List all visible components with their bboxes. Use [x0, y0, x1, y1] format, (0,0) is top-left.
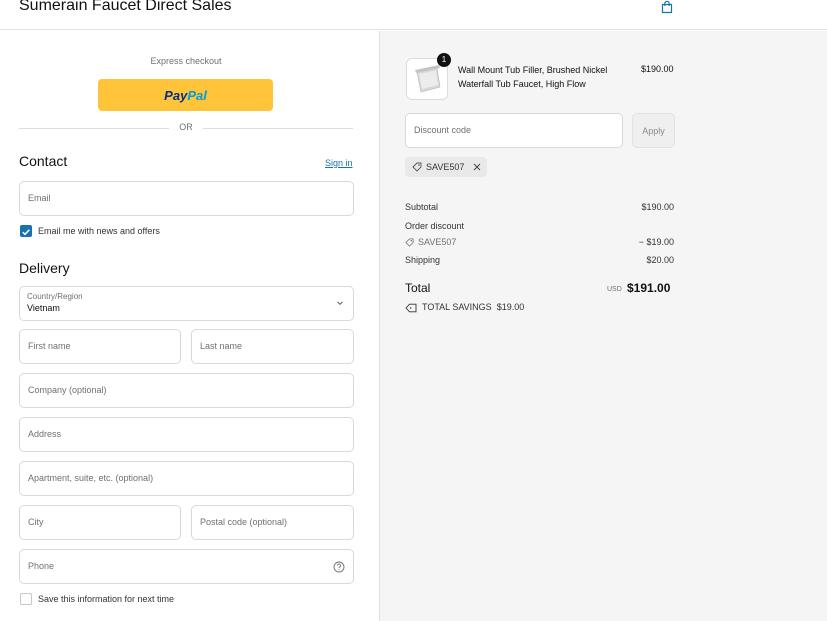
country-value: Vietnam	[27, 303, 60, 313]
address-placeholder: Address	[28, 429, 62, 439]
paypal-logo-part1: Pay	[164, 87, 188, 103]
postal-code-placeholder: Postal code (optional)	[200, 517, 288, 527]
total-value: $191.00	[627, 281, 671, 295]
first-name-placeholder: First name	[28, 341, 71, 351]
quantity-badge: 1	[437, 53, 451, 67]
newsletter-checkbox[interactable]	[20, 225, 32, 237]
email-input[interactable]: Email	[19, 181, 354, 216]
subtotal-label: Subtotal	[405, 202, 439, 212]
apply-discount-button[interactable]: Apply	[632, 113, 675, 148]
postal-code-input[interactable]: Postal code (optional)	[191, 505, 354, 540]
chevron-down-icon	[337, 301, 343, 306]
paypal-button[interactable]: Pay Pal	[98, 79, 273, 111]
country-select[interactable]: Country/Region Vietnam	[19, 286, 354, 321]
order-summary: 1 Wall Mount Tub Filler, Brushed Nickel …	[380, 31, 827, 621]
first-name-input[interactable]: First name	[19, 329, 181, 364]
shopping-bag-icon[interactable]	[660, 0, 674, 14]
city-input[interactable]: City	[19, 505, 181, 540]
last-name-placeholder: Last name	[200, 341, 243, 351]
country-label: Country/Region	[27, 292, 83, 301]
or-divider: OR	[19, 121, 353, 135]
total-savings-label: TOTAL SAVINGS	[422, 302, 492, 312]
discount-code-input[interactable]: Discount code	[405, 113, 623, 148]
tag-icon	[405, 238, 414, 247]
total-label: Total	[405, 281, 431, 295]
checkout-form: Express checkout Pay Pal OR Contact Sign …	[0, 31, 380, 621]
delivery-heading: Delivery	[19, 260, 70, 276]
save-info-label: Save this information for next time	[38, 594, 175, 604]
product-name: Wall Mount Tub Filler, Brushed Nickel Wa…	[458, 65, 608, 89]
shipping-label: Shipping	[405, 255, 441, 265]
or-text: OR	[179, 122, 193, 132]
address-input[interactable]: Address	[19, 417, 354, 452]
header: Sumerain Faucet Direct Sales	[0, 0, 827, 30]
shipping-value: $20.00	[646, 255, 674, 265]
sign-in-link[interactable]: Sign in	[325, 158, 353, 168]
currency-code: USD	[607, 286, 622, 293]
apartment-input[interactable]: Apartment, suite, etc. (optional)	[19, 461, 354, 496]
order-discount-label: Order discount	[405, 221, 465, 231]
email-placeholder: Email	[28, 193, 51, 203]
contact-heading: Contact	[19, 153, 68, 169]
apartment-placeholder: Apartment, suite, etc. (optional)	[28, 473, 154, 483]
tag-icon	[412, 162, 422, 172]
applied-discount-code: SAVE507	[426, 162, 465, 172]
close-icon[interactable]	[473, 163, 481, 171]
check-icon	[22, 229, 30, 236]
subtotal-value: $190.00	[641, 202, 674, 212]
phone-placeholder: Phone	[28, 561, 55, 571]
help-circle-icon[interactable]	[333, 561, 345, 573]
paypal-logo-part2: Pal	[187, 87, 207, 103]
express-checkout-title: Express checkout	[150, 56, 222, 66]
order-discount-code: SAVE507	[418, 237, 457, 247]
company-input[interactable]: Company (optional)	[19, 373, 354, 408]
total-savings: TOTAL SAVINGS $19.00	[422, 302, 524, 312]
discount-placeholder: Discount code	[414, 125, 472, 135]
applied-discount-chip: SAVE507	[405, 157, 487, 177]
order-discount-value: − $19.00	[638, 237, 674, 247]
save-info-checkbox[interactable]	[20, 593, 32, 605]
product-price: $190.00	[641, 64, 674, 74]
company-placeholder: Company (optional)	[28, 385, 107, 395]
total-savings-value: $19.00	[496, 302, 525, 312]
newsletter-label: Email me with news and offers	[38, 226, 160, 236]
city-placeholder: City	[28, 517, 44, 527]
store-name[interactable]: Sumerain Faucet Direct Sales	[19, 0, 232, 15]
phone-input[interactable]: Phone	[19, 549, 354, 584]
last-name-input[interactable]: Last name	[191, 329, 354, 364]
savings-tag-icon	[405, 303, 417, 313]
product-thumbnail: 1	[406, 53, 451, 100]
